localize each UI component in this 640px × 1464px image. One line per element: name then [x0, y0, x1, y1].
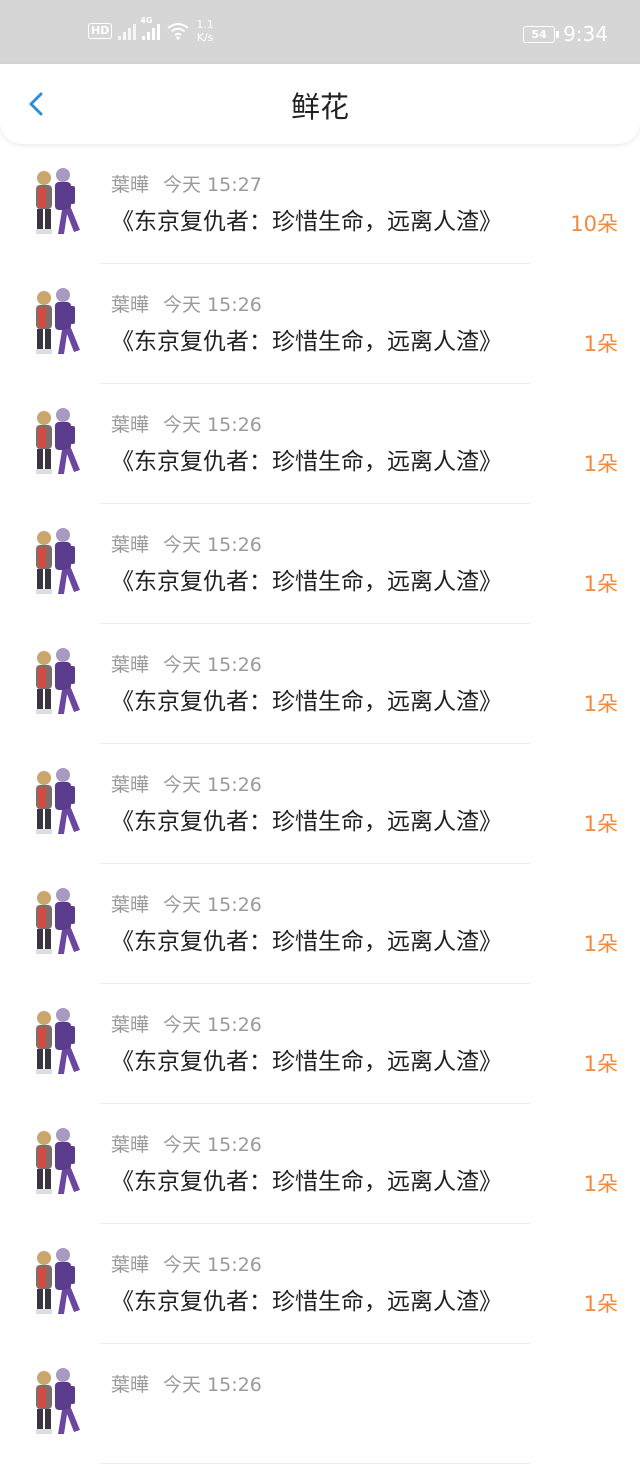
user-name: 葉曄 [111, 174, 150, 196]
record-time: 今天 15:27 [163, 174, 262, 196]
list-item[interactable]: 葉曄 今天 15:26 《东京复仇者：珍惜生命，远离人渣》 1朵 [0, 744, 640, 864]
list-item[interactable]: 葉曄 今天 15:27 《东京复仇者：珍惜生命，远离人渣》 10朵 [0, 144, 640, 264]
flower-count: 1朵 [583, 572, 618, 596]
avatar [36, 1128, 80, 1194]
wifi-icon [167, 23, 189, 40]
status-icons-left: HD 4G 1.1 K/s [88, 16, 214, 44]
record-time: 今天 15:26 [163, 654, 262, 676]
list-item[interactable]: 葉曄 今天 15:26 《东京复仇者：珍惜生命，远离人渣》 1朵 [0, 1104, 640, 1224]
book-title: 《东京复仇者：珍惜生命，远离人渣》 [111, 689, 502, 715]
avatar [36, 408, 80, 474]
record-meta: 葉曄 今天 15:26 [111, 653, 262, 677]
record-meta: 葉曄 今天 15:26 [111, 773, 262, 797]
user-name: 葉曄 [111, 534, 150, 556]
user-name: 葉曄 [111, 894, 150, 916]
hd-icon: HD [88, 23, 113, 39]
user-name: 葉曄 [111, 1374, 150, 1396]
record-time: 今天 15:26 [163, 1134, 262, 1156]
record-meta: 葉曄 今天 15:26 [111, 413, 262, 437]
record-meta: 葉曄 今天 15:26 [111, 533, 262, 557]
user-name: 葉曄 [111, 774, 150, 796]
speed-value: 1.1 [196, 18, 214, 31]
record-time: 今天 15:26 [163, 894, 262, 916]
list-item[interactable]: 葉曄 今天 15:26 《东京复仇者：珍惜生命，远离人渣》 1朵 [0, 504, 640, 624]
network-speed: 1.1 K/s [196, 18, 214, 44]
book-title: 《东京复仇者：珍惜生命，远离人渣》 [111, 929, 502, 955]
avatar [36, 768, 80, 834]
signal-2-icon: 4G [140, 16, 161, 40]
flower-count: 1朵 [583, 1292, 618, 1316]
user-name: 葉曄 [111, 654, 150, 676]
flower-count: 1朵 [583, 1052, 618, 1076]
status-bar: HD 4G 1.1 K/s 54 9:34 [0, 0, 640, 64]
record-time: 今天 15:26 [163, 294, 262, 316]
record-time: 今天 15:26 [163, 774, 262, 796]
record-meta: 葉曄 今天 15:26 [111, 1253, 262, 1277]
user-name: 葉曄 [111, 1014, 150, 1036]
flower-count: 1朵 [583, 332, 618, 356]
network-type-label: 4G [140, 16, 153, 25]
list-item[interactable]: 葉曄 今天 15:26 《东京复仇者：珍惜生命，远离人渣》 1朵 [0, 984, 640, 1104]
record-time: 今天 15:26 [163, 1374, 262, 1396]
user-name: 葉曄 [111, 1134, 150, 1156]
signal-1-icon [118, 22, 137, 40]
avatar [36, 168, 80, 234]
book-title: 《东京复仇者：珍惜生命，远离人渣》 [111, 209, 502, 235]
user-name: 葉曄 [111, 294, 150, 316]
list-item[interactable]: 葉曄 今天 15:26 《东京复仇者：珍惜生命，远离人渣》 1朵 [0, 384, 640, 504]
avatar [36, 528, 80, 594]
list-item[interactable]: 葉曄 今天 15:26 《东京复仇者：珍惜生命，远离人渣》 1朵 [0, 624, 640, 744]
record-time: 今天 15:26 [163, 1254, 262, 1276]
book-title: 《东京复仇者：珍惜生命，远离人渣》 [111, 329, 502, 355]
list-item[interactable]: 葉曄 今天 15:26 《东京复仇者：珍惜生命，远离人渣》 1朵 [0, 1224, 640, 1344]
record-meta: 葉曄 今天 15:26 [111, 1013, 262, 1037]
avatar [36, 648, 80, 714]
avatar [36, 1248, 80, 1314]
avatar [36, 888, 80, 954]
record-meta: 葉曄 今天 15:26 [111, 1373, 262, 1397]
avatar [36, 288, 80, 354]
list-item[interactable]: 葉曄 今天 15:26 《东京复仇者：珍惜生命，远离人渣》 1朵 [0, 264, 640, 384]
record-time: 今天 15:26 [163, 1014, 262, 1036]
record-time: 今天 15:26 [163, 534, 262, 556]
flower-count: 1朵 [583, 812, 618, 836]
battery-icon: 54 [523, 25, 560, 43]
status-time: 9:34 [563, 22, 608, 46]
book-title: 《东京复仇者：珍惜生命，远离人渣》 [111, 449, 502, 475]
page-title: 鲜花 [290, 90, 349, 124]
user-name: 葉曄 [111, 1254, 150, 1276]
speed-unit: K/s [196, 31, 214, 44]
book-title: 《东京复仇者：珍惜生命，远离人渣》 [111, 569, 502, 595]
record-meta: 葉曄 今天 15:27 [111, 173, 262, 197]
flower-record-list: 葉曄 今天 15:27 《东京复仇者：珍惜生命，远离人渣》 10朵 葉曄 今天 15… [0, 144, 640, 1464]
flower-count: 1朵 [583, 932, 618, 956]
book-title: 《东京复仇者：珍惜生命，远离人渣》 [111, 809, 502, 835]
book-title: 《东京复仇者：珍惜生命，远离人渣》 [111, 1169, 502, 1195]
record-meta: 葉曄 今天 15:26 [111, 293, 262, 317]
book-title: 《东京复仇者：珍惜生命，远离人渣》 [111, 1289, 502, 1315]
avatar [36, 1008, 80, 1074]
book-title: 《东京复仇者：珍惜生命，远离人渣》 [111, 1049, 502, 1075]
status-icons-right: 54 9:34 [523, 24, 608, 44]
list-item[interactable]: 葉曄 今天 15:26 [0, 1344, 640, 1464]
record-meta: 葉曄 今天 15:26 [111, 893, 262, 917]
flower-count: 1朵 [583, 452, 618, 476]
flower-count: 1朵 [583, 692, 618, 716]
user-name: 葉曄 [111, 414, 150, 436]
flower-count: 10朵 [570, 212, 618, 236]
flower-count: 1朵 [583, 1172, 618, 1196]
record-time: 今天 15:26 [163, 414, 262, 436]
list-item[interactable]: 葉曄 今天 15:26 《东京复仇者：珍惜生命，远离人渣》 1朵 [0, 864, 640, 984]
avatar [36, 1368, 80, 1434]
record-meta: 葉曄 今天 15:26 [111, 1133, 262, 1157]
nav-bar: 鲜花 [0, 64, 640, 144]
